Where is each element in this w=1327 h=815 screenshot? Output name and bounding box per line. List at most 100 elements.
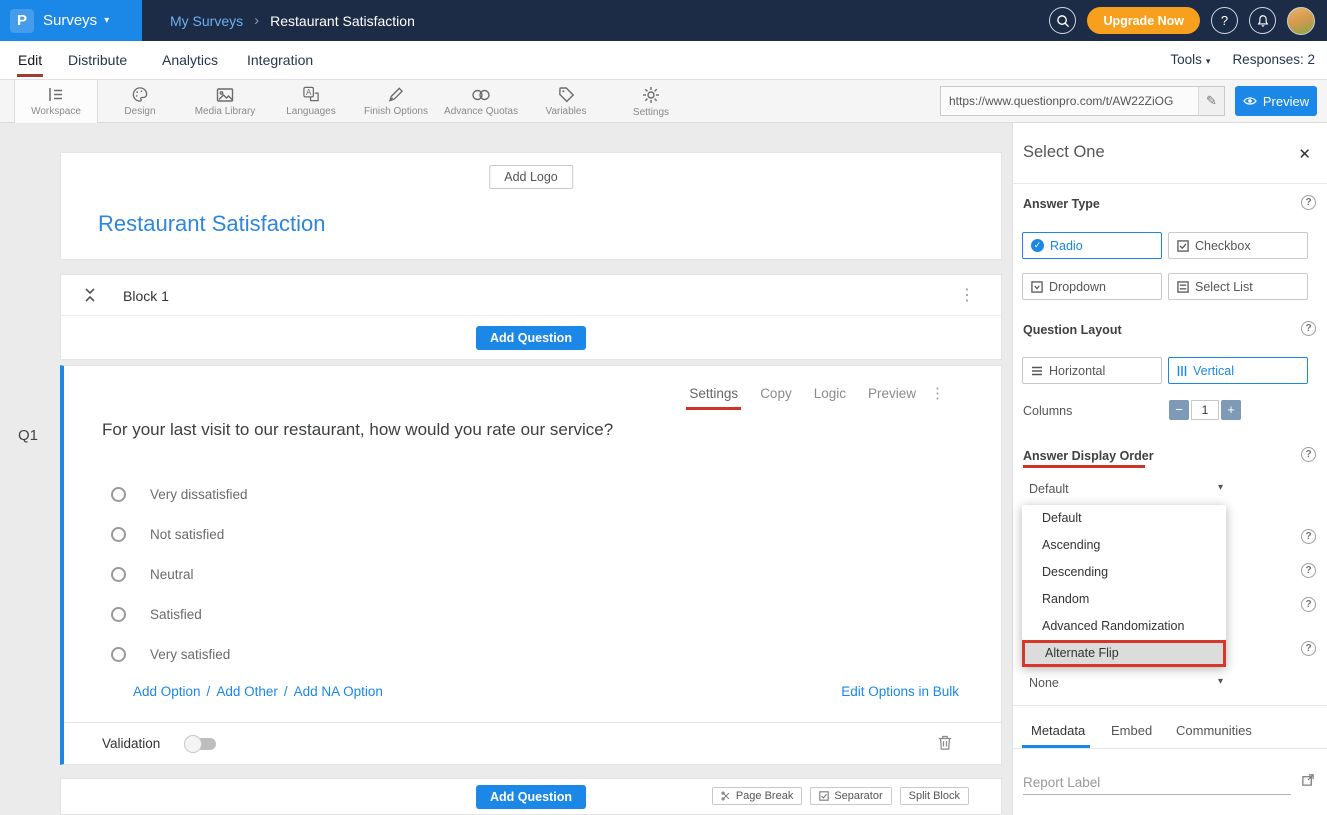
- edit-url-button[interactable]: ✎: [1198, 87, 1224, 115]
- open-external-button[interactable]: [1301, 773, 1315, 792]
- option-label[interactable]: Very satisfied: [150, 647, 230, 662]
- menu-item-ascending[interactable]: Ascending: [1022, 532, 1226, 559]
- toolbar-design[interactable]: Design: [98, 80, 182, 123]
- help-button[interactable]: ?: [1211, 7, 1238, 34]
- question-text[interactable]: For your last visit to our restaurant, h…: [102, 420, 613, 440]
- add-question-button-bottom[interactable]: Add Question: [476, 785, 586, 809]
- eye-icon: [1243, 95, 1257, 107]
- answer-type-checkbox[interactable]: Checkbox: [1168, 232, 1308, 259]
- breadcrumb-my-surveys[interactable]: My Surveys: [170, 13, 243, 29]
- answer-type-dropdown[interactable]: Dropdown: [1022, 273, 1162, 300]
- divider: [1013, 705, 1327, 706]
- separator-button[interactable]: Separator: [810, 787, 891, 805]
- report-label-input[interactable]: [1023, 771, 1291, 795]
- search-icon: [1056, 14, 1070, 28]
- columns-value[interactable]: 1: [1191, 400, 1219, 420]
- answer-type-select-list[interactable]: Select List: [1168, 273, 1308, 300]
- menu-item-alternate-flip[interactable]: Alternate Flip: [1022, 640, 1226, 667]
- tab-edit[interactable]: Edit: [18, 52, 42, 68]
- tab-integration[interactable]: Integration: [247, 52, 313, 68]
- toolbar-finish-options[interactable]: Finish Options: [354, 80, 438, 123]
- search-button[interactable]: [1049, 7, 1076, 34]
- page-break-button[interactable]: Page Break: [712, 787, 802, 805]
- panel-tab-metadata[interactable]: Metadata: [1031, 723, 1085, 738]
- hidden-setting-help-icon[interactable]: ?: [1301, 529, 1316, 544]
- tab-analytics[interactable]: Analytics: [162, 52, 218, 68]
- add-other-link[interactable]: Add Other: [216, 684, 278, 699]
- menu-item-random[interactable]: Random: [1022, 586, 1226, 613]
- radio-button[interactable]: [111, 527, 126, 542]
- delete-question-button[interactable]: [937, 734, 953, 756]
- radio-button[interactable]: [111, 647, 126, 662]
- question-layout-help-icon[interactable]: ?: [1301, 321, 1316, 336]
- answer-option-row: Neutral: [102, 554, 248, 594]
- answer-type-radio[interactable]: ✓ Radio: [1022, 232, 1162, 259]
- answer-display-order-label: Answer Display Order: [1023, 449, 1154, 463]
- panel-tab-embed[interactable]: Embed: [1111, 723, 1152, 738]
- preview-button[interactable]: Preview: [1235, 86, 1317, 116]
- question-tab-settings[interactable]: Settings: [689, 386, 738, 401]
- option-label[interactable]: Satisfied: [150, 607, 202, 622]
- menu-item-descending[interactable]: Descending: [1022, 559, 1226, 586]
- close-panel-button[interactable]: ✕: [1298, 145, 1311, 163]
- hidden-setting-help-icon[interactable]: ?: [1301, 597, 1316, 612]
- block-menu-button[interactable]: ⋮: [959, 285, 975, 305]
- answer-option-row: Very dissatisfied: [102, 474, 248, 514]
- question-tabs: Settings Copy Logic Preview: [689, 386, 916, 401]
- edit-options-in-bulk-link[interactable]: Edit Options in Bulk: [841, 684, 959, 699]
- answer-type-help-icon[interactable]: ?: [1301, 195, 1316, 210]
- panel-tab-communities[interactable]: Communities: [1176, 723, 1252, 738]
- layout-horizontal[interactable]: Horizontal: [1022, 357, 1162, 384]
- radio-button[interactable]: [111, 567, 126, 582]
- add-option-link[interactable]: Add Option: [133, 684, 201, 699]
- question-menu-button[interactable]: ⋮: [930, 384, 945, 402]
- hidden-setting-help-icon[interactable]: ?: [1301, 563, 1316, 578]
- option-label[interactable]: Neutral: [150, 567, 194, 582]
- toolbar-settings[interactable]: Settings: [609, 80, 693, 123]
- app-menu-surveys[interactable]: P Surveys ▾: [0, 0, 142, 41]
- notifications-button[interactable]: [1249, 7, 1276, 34]
- survey-header-card: Add Logo Restaurant Satisfaction: [60, 152, 1002, 260]
- toolbar-variables[interactable]: Variables: [524, 80, 608, 123]
- columns-increment-button[interactable]: +: [1221, 400, 1241, 420]
- question-tab-copy[interactable]: Copy: [760, 386, 792, 401]
- menu-item-default[interactable]: Default: [1022, 505, 1226, 532]
- toolbar-workspace[interactable]: Workspace: [14, 80, 98, 123]
- option-label[interactable]: Not satisfied: [150, 527, 224, 542]
- validation-toggle[interactable]: [186, 738, 216, 750]
- nav-right-group: Tools▾ Responses: 2: [1170, 52, 1315, 67]
- radio-button[interactable]: [111, 607, 126, 622]
- toolbar-media-library[interactable]: Media Library: [183, 80, 267, 123]
- tab-distribute[interactable]: Distribute: [68, 52, 127, 68]
- user-avatar[interactable]: [1287, 7, 1315, 35]
- radio-button[interactable]: [111, 487, 126, 502]
- option-label[interactable]: Very dissatisfied: [150, 487, 248, 502]
- survey-url-input[interactable]: [941, 94, 1198, 108]
- answer-display-order-select[interactable]: Default ▾: [1022, 478, 1226, 504]
- add-logo-button[interactable]: Add Logo: [489, 165, 573, 189]
- menu-item-advanced-randomization[interactable]: Advanced Randomization: [1022, 613, 1226, 640]
- split-block-button[interactable]: Split Block: [900, 787, 969, 805]
- responses-count[interactable]: Responses: 2: [1232, 52, 1315, 67]
- add-na-option-link[interactable]: Add NA Option: [294, 684, 383, 699]
- columns-decrement-button[interactable]: −: [1169, 400, 1189, 420]
- divider: [1013, 183, 1327, 184]
- none-select[interactable]: None ▾: [1022, 672, 1226, 698]
- tools-menu[interactable]: Tools▾: [1170, 52, 1210, 67]
- pencil-icon: ✎: [1206, 93, 1217, 109]
- collapse-block-button[interactable]: [83, 287, 97, 308]
- hidden-setting-help-icon[interactable]: ?: [1301, 641, 1316, 656]
- chevron-down-icon: ▾: [104, 15, 109, 26]
- block-name[interactable]: Block 1: [123, 288, 169, 304]
- question-number: Q1: [18, 427, 38, 444]
- add-question-button[interactable]: Add Question: [476, 326, 586, 350]
- question-tab-preview[interactable]: Preview: [868, 386, 916, 401]
- upgrade-now-button[interactable]: Upgrade Now: [1087, 7, 1200, 34]
- question-tab-logic[interactable]: Logic: [814, 386, 846, 401]
- toolbar-languages[interactable]: A Languages: [269, 80, 353, 123]
- survey-title[interactable]: Restaurant Satisfaction: [98, 211, 325, 237]
- design-palette-icon: [131, 86, 149, 103]
- layout-vertical[interactable]: Vertical: [1168, 357, 1308, 384]
- answer-display-order-help-icon[interactable]: ?: [1301, 447, 1316, 462]
- toolbar-advance-quotas[interactable]: Advance Quotas: [439, 80, 523, 123]
